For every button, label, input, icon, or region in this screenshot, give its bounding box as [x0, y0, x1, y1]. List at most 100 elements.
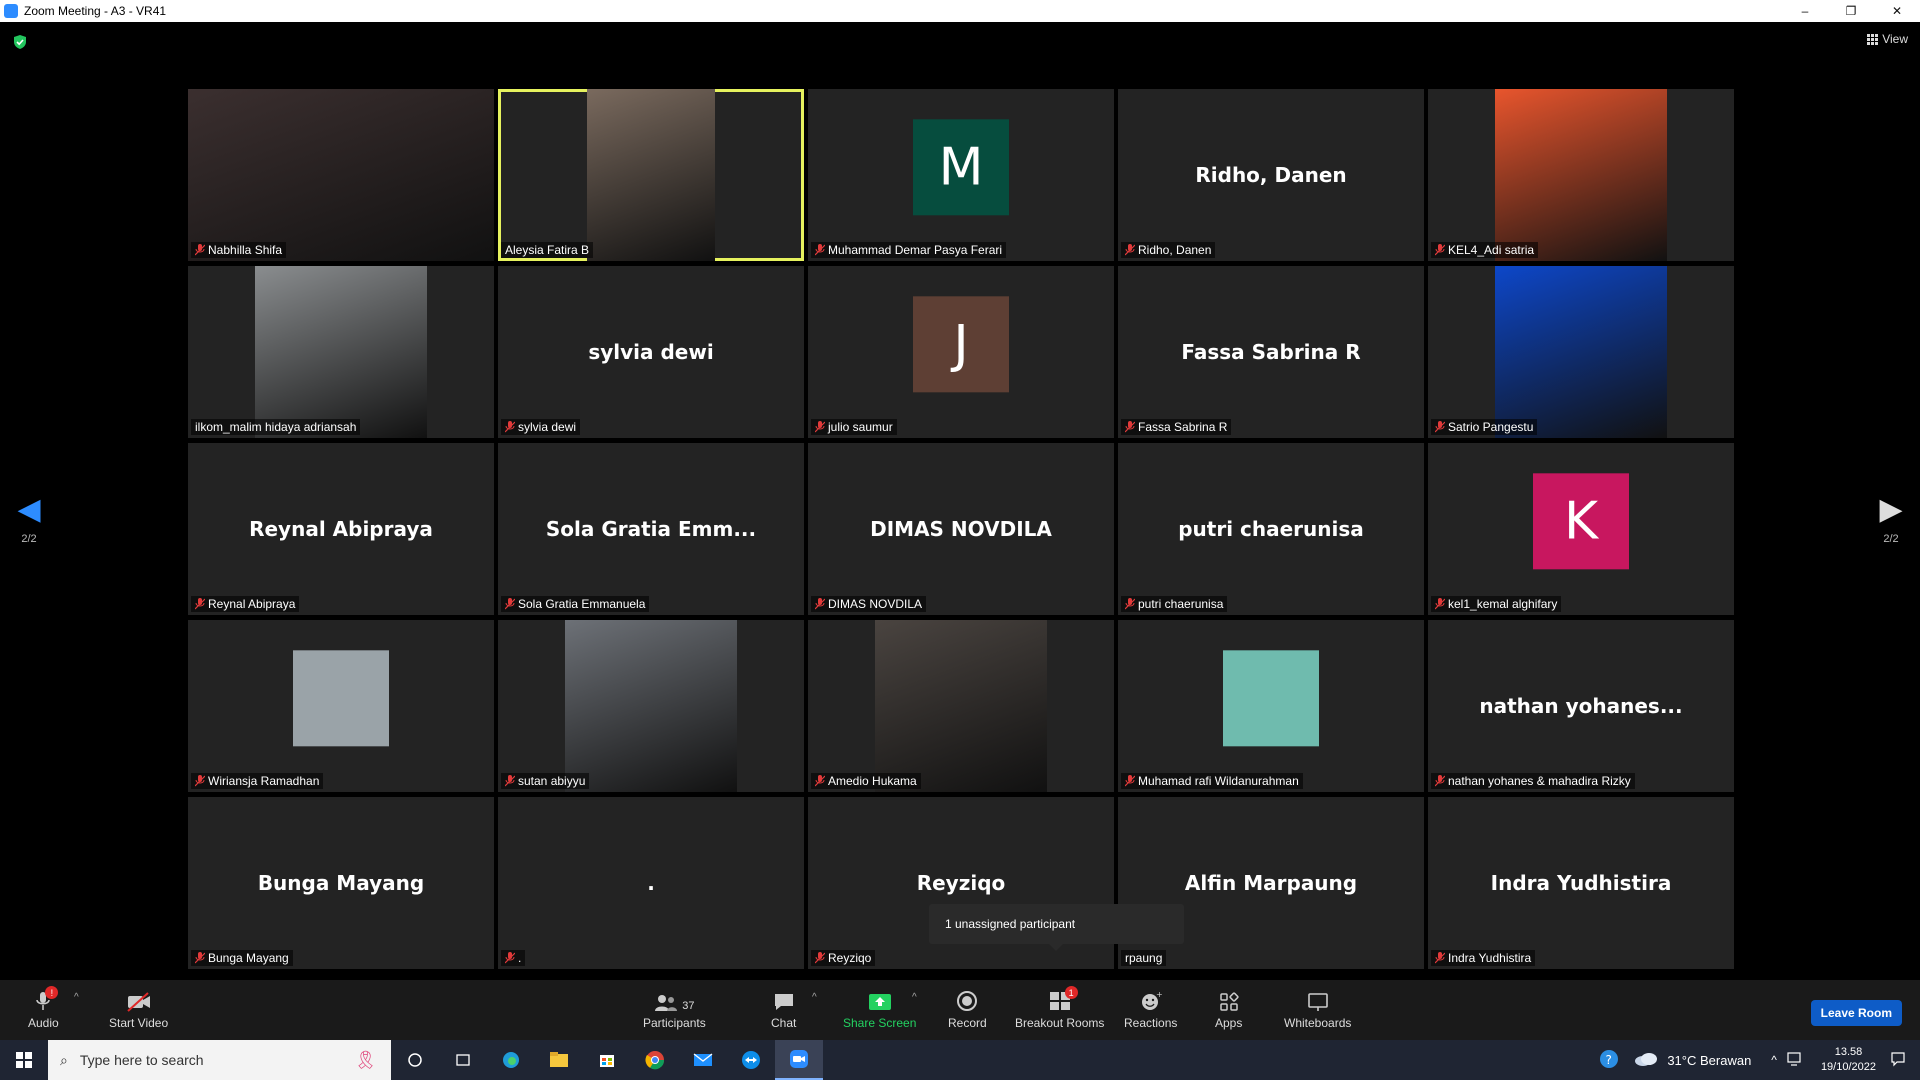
muted-microphone-icon — [1125, 421, 1135, 433]
chrome-browser-icon[interactable] — [631, 1040, 679, 1080]
teamviewer-icon[interactable] — [727, 1040, 775, 1080]
windows-start-button[interactable] — [0, 1040, 48, 1080]
participant-tile[interactable]: Bunga Mayang Bunga Mayang — [188, 797, 494, 969]
help-icon[interactable]: ? — [1599, 1049, 1619, 1072]
clock-time: 13.58 — [1834, 1046, 1863, 1058]
weather-cloud-icon[interactable] — [1633, 1051, 1659, 1070]
clock-date: 19/10/2022 — [1820, 1061, 1876, 1073]
task-view-icon[interactable] — [439, 1040, 487, 1080]
participant-tile[interactable]: Indra Yudhistira Indra Yudhistira — [1428, 797, 1734, 969]
participant-display-name: Reyziqo — [916, 871, 1006, 895]
participant-tile[interactable]: Amedio Hukama — [808, 620, 1114, 792]
participant-name: nathan yohanes & mahadira Rizky — [1448, 774, 1631, 788]
file-explorer-icon[interactable] — [535, 1040, 583, 1080]
close-button[interactable]: ✕ — [1874, 0, 1920, 22]
audio-button[interactable]: ! Audio — [28, 986, 59, 1030]
participant-name: Muhammad Demar Pasya Ferari — [828, 243, 1003, 257]
participant-tile[interactable]: Jjulio saumur — [808, 266, 1114, 438]
participant-avatar: K — [1533, 473, 1629, 570]
whiteboards-button[interactable]: Whiteboards — [1284, 986, 1351, 1030]
reactions-button[interactable]: + Reactions — [1124, 986, 1177, 1030]
meeting-toolbar: ! Audio ^ Start Video 37 Participants Ch… — [0, 980, 1920, 1040]
participant-tile[interactable]: Sola Gratia Emm... Sola Gratia Emmanuela — [498, 443, 804, 615]
participant-tile[interactable]: ilkom_malim hidaya adriansah — [188, 266, 494, 438]
reactions-smiley-icon: + — [1141, 990, 1162, 1010]
encryption-shield-icon[interactable] — [12, 34, 28, 50]
participant-profile-photo — [1223, 650, 1319, 747]
gallery-grid: Nabhilla Shifa Aleysia Fatira B M Muhammad … — [188, 89, 1734, 969]
breakout-tooltip: 1 unassigned participant — [929, 904, 1184, 951]
participant-tile[interactable]: nathan yohanes... nathan yohanes & mahadi… — [1428, 620, 1734, 792]
svg-text:+: + — [1156, 990, 1162, 999]
mail-icon[interactable] — [679, 1040, 727, 1080]
tray-overflow-chevron-icon[interactable]: ^ — [1771, 1053, 1777, 1067]
participant-tile[interactable]: .. — [498, 797, 804, 969]
audio-options-chevron-icon[interactable]: ^ — [74, 992, 79, 1003]
minimize-button[interactable]: – — [1782, 0, 1828, 22]
chat-button[interactable]: Chat — [771, 986, 796, 1030]
participant-tile[interactable]: Wiriansja Ramadhan — [188, 620, 494, 792]
participant-display-name: sylvia dewi — [588, 340, 714, 364]
participant-tile[interactable]: Satrio Pangestu — [1428, 266, 1734, 438]
participant-name-tag: DIMAS NOVDILA — [811, 596, 927, 612]
notification-center-icon[interactable] — [1890, 1051, 1906, 1070]
participant-tile[interactable]: Ridho, Danen Ridho, Danen — [1118, 89, 1424, 261]
participant-tile[interactable]: putri chaerunisa putri chaerunisa — [1118, 443, 1424, 615]
participant-tile[interactable]: Fassa Sabrina R Fassa Sabrina R — [1118, 266, 1424, 438]
participant-avatar: M — [913, 119, 1009, 216]
next-page-icon[interactable]: ▶ — [1878, 492, 1904, 527]
participant-display-name: . — [647, 871, 655, 895]
participant-name: ilkom_malim hidaya adriansah — [195, 420, 357, 434]
share-options-chevron-icon[interactable]: ^ — [912, 992, 917, 1003]
muted-microphone-icon — [505, 952, 515, 964]
breakout-rooms-button[interactable]: 1 Breakout Rooms — [1015, 986, 1104, 1030]
participant-tile[interactable]: Reynal Abipraya Reynal Abipraya — [188, 443, 494, 615]
start-video-button[interactable]: Start Video — [109, 986, 168, 1030]
participant-tile[interactable]: Nabhilla Shifa — [188, 89, 494, 261]
participant-video — [587, 89, 715, 261]
microsoft-store-icon[interactable] — [583, 1040, 631, 1080]
participant-tile[interactable]: Aleysia Fatira B — [498, 89, 804, 261]
participant-name-tag: KEL4_Adi satria — [1431, 242, 1539, 258]
edge-browser-icon[interactable] — [487, 1040, 535, 1080]
participant-name-tag: Aleysia Fatira B — [501, 242, 594, 258]
system-tray: ? 31°C Berawan ^ 13.58 19/10/2022 — [1599, 1040, 1920, 1080]
participant-tile[interactable]: sylvia dewi sylvia dewi — [498, 266, 804, 438]
share-screen-button[interactable]: Share Screen — [843, 986, 916, 1030]
restore-button[interactable]: ❐ — [1828, 0, 1874, 22]
taskbar-clock[interactable]: 13.58 19/10/2022 — [1821, 1045, 1876, 1075]
search-placeholder: Type here to search — [79, 1052, 204, 1068]
participant-name-tag: Indra Yudhistira — [1431, 950, 1536, 966]
network-icon[interactable] — [1787, 1051, 1803, 1069]
muted-microphone-icon — [195, 952, 205, 964]
cortana-icon[interactable] — [391, 1040, 439, 1080]
whiteboards-label: Whiteboards — [1284, 1016, 1352, 1030]
record-button[interactable]: Record — [948, 986, 987, 1030]
participant-name-tag: nathan yohanes & mahadira Rizky — [1431, 773, 1635, 789]
participant-tile[interactable]: KEL4_Adi satria — [1428, 89, 1734, 261]
participant-tile[interactable]: Muhamad rafi Wildanurahman — [1118, 620, 1424, 792]
taskbar-search-box[interactable]: ⌕ Type here to search 🎗 — [48, 1040, 391, 1080]
previous-page-icon[interactable]: ◀ — [16, 492, 42, 527]
participant-video — [1495, 266, 1667, 438]
participants-button[interactable]: 37 Participants — [643, 986, 706, 1030]
apps-button[interactable]: Apps — [1215, 986, 1242, 1030]
participant-name: Bunga Mayang — [208, 951, 289, 965]
zoom-taskbar-icon[interactable] — [775, 1040, 823, 1080]
weather-text[interactable]: 31°C Berawan — [1667, 1053, 1751, 1068]
pink-ribbon-icon: 🎗 — [354, 1049, 377, 1070]
participant-tile[interactable]: sutan abiyyu — [498, 620, 804, 792]
share-screen-icon — [868, 994, 891, 1010]
view-button[interactable]: View — [1867, 32, 1908, 46]
participant-tile[interactable]: DIMAS NOVDILA DIMAS NOVDILA — [808, 443, 1114, 615]
audio-warning-badge: ! — [45, 986, 59, 999]
participant-tile[interactable]: M Muhammad Demar Pasya Ferari — [808, 89, 1114, 261]
participant-name: putri chaerunisa — [1138, 597, 1224, 611]
leave-room-button[interactable]: Leave Room — [1810, 1000, 1902, 1026]
participant-name-tag: Nabhilla Shifa — [191, 242, 287, 258]
video-off-icon — [126, 992, 150, 1012]
participant-tile[interactable]: Kkel1_kemal alghifary — [1428, 443, 1734, 615]
chat-options-chevron-icon[interactable]: ^ — [812, 992, 817, 1003]
participant-display-name: putri chaerunisa — [1178, 517, 1364, 541]
participant-avatar: J — [913, 296, 1009, 393]
